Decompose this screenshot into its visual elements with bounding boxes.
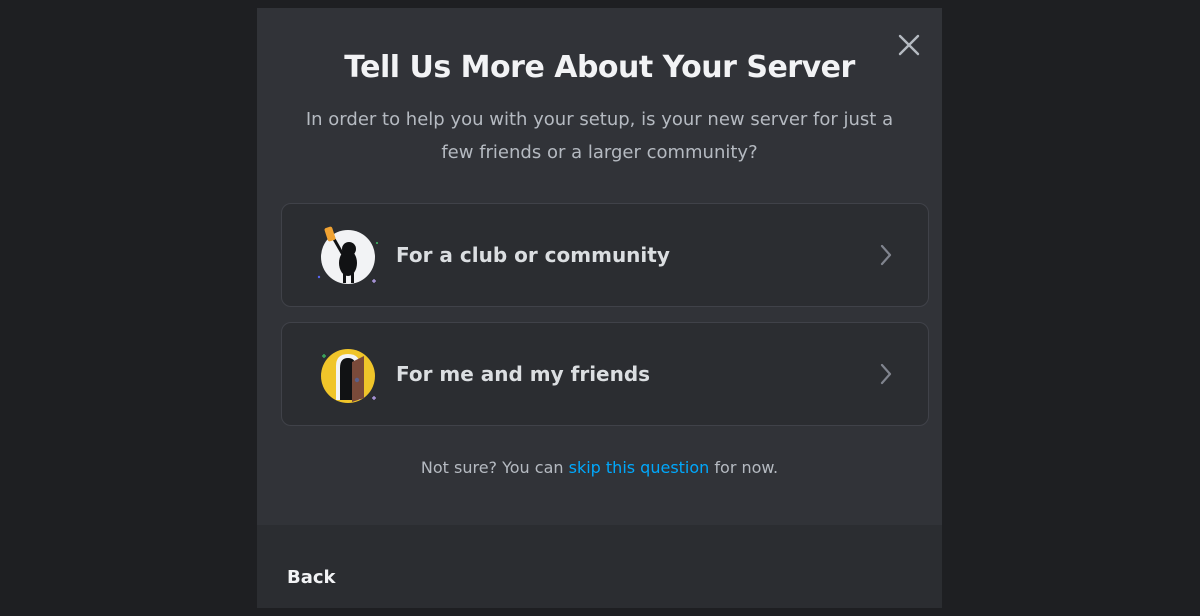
- option-me-and-friends-label: For me and my friends: [396, 362, 651, 386]
- skip-prefix: Not sure? You can: [420, 458, 569, 477]
- modal-title: Tell Us More About Your Server: [344, 50, 855, 85]
- option-me-and-friends[interactable]: For me and my friends: [281, 322, 929, 426]
- chevron-right-icon: [876, 362, 896, 386]
- friends-illustration: [316, 342, 380, 406]
- skip-question-text: Not sure? You can skip this question for…: [257, 453, 942, 483]
- modal-subtitle: In order to help you with your setup, is…: [305, 109, 894, 163]
- modal-footer: Back: [257, 525, 942, 608]
- option-club-community[interactable]: For a club or community: [281, 203, 929, 307]
- back-button[interactable]: Back: [287, 567, 336, 588]
- club-community-illustration: [316, 223, 380, 287]
- skip-question-link[interactable]: skip this question: [569, 458, 710, 477]
- skip-suffix: for now.: [709, 458, 779, 477]
- option-club-community-label: For a club or community: [396, 243, 670, 267]
- create-server-modal: Tell Us More About Your Server In order …: [257, 8, 942, 608]
- chevron-right-icon: [876, 243, 896, 267]
